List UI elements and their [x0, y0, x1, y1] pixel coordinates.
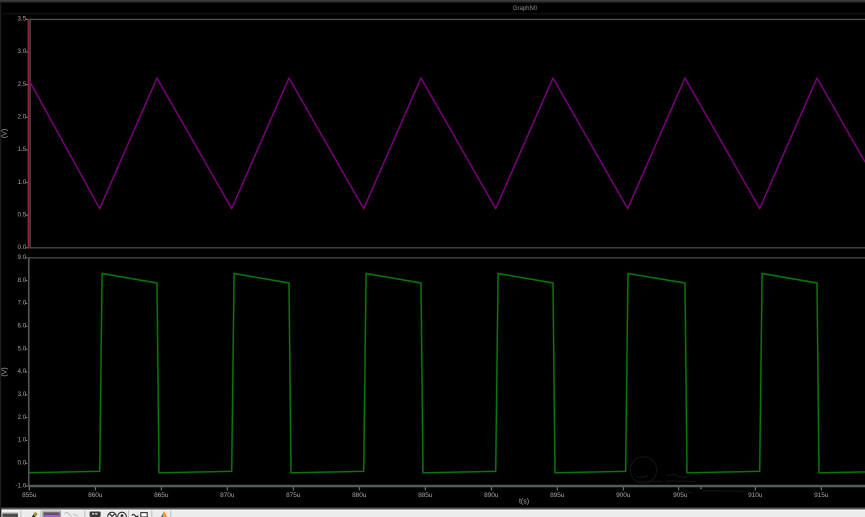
svg-text:1.0: 1.0	[18, 437, 27, 444]
svg-text:3.0: 3.0	[18, 391, 27, 398]
svg-text:880u: 880u	[352, 492, 367, 499]
svg-text:0.0: 0.0	[18, 244, 27, 251]
svg-text:3.0: 3.0	[18, 48, 27, 55]
svg-text:4.0: 4.0	[18, 368, 27, 375]
svg-text:0.0: 0.0	[18, 460, 27, 467]
svg-text:9.0: 9.0	[18, 254, 27, 261]
svg-text:-1.0: -1.0	[15, 482, 26, 489]
svg-text:855u: 855u	[22, 492, 37, 499]
svg-text:890u: 890u	[484, 492, 499, 499]
svg-text:3.5: 3.5	[18, 16, 27, 23]
svg-text:5.0: 5.0	[18, 345, 27, 352]
svg-text:915u: 915u	[814, 492, 829, 499]
svg-text:2.0: 2.0	[18, 414, 27, 421]
svg-text:8.0: 8.0	[18, 277, 27, 284]
svg-text:(V): (V)	[2, 367, 9, 376]
svg-text:7.0: 7.0	[18, 300, 27, 307]
svg-text:0.5: 0.5	[18, 211, 27, 218]
svg-text:900u: 900u	[616, 492, 631, 499]
svg-text:860u: 860u	[88, 492, 103, 499]
svg-text:895u: 895u	[550, 492, 565, 499]
svg-text:1.5: 1.5	[18, 146, 27, 153]
svg-text:(V): (V)	[2, 129, 9, 138]
svg-text:2.0: 2.0	[18, 114, 27, 121]
svg-text:910u: 910u	[748, 492, 763, 499]
svg-text:2.5: 2.5	[18, 81, 27, 88]
svg-text:875u: 875u	[286, 492, 301, 499]
svg-text:6.0: 6.0	[18, 323, 27, 330]
svg-text:905u: 905u	[673, 492, 688, 499]
svg-text:GraphN0: GraphN0	[513, 6, 538, 12]
svg-text:1.0: 1.0	[18, 179, 27, 186]
svg-text:865u: 865u	[154, 492, 169, 499]
svg-text:870u: 870u	[220, 492, 235, 499]
svg-text:885u: 885u	[418, 492, 433, 499]
svg-text:t(s): t(s)	[519, 499, 529, 506]
